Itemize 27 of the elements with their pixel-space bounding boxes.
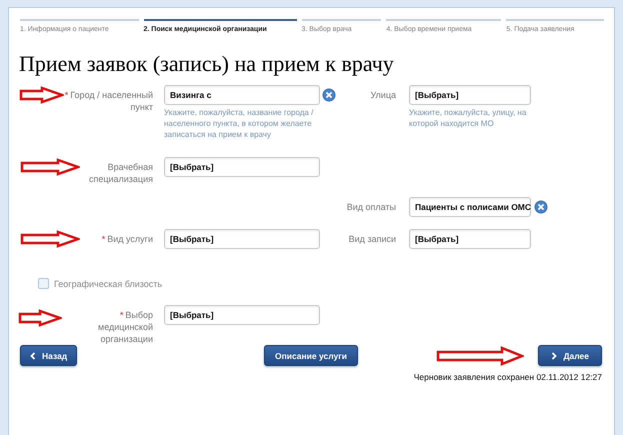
checkbox[interactable] [38,278,49,289]
input-field[interactable]: Визинга с [164,85,320,105]
clear-icon[interactable] [534,200,548,214]
chevron-right-icon [551,352,558,360]
field-label: Врачебная специализация [88,161,153,186]
input-field[interactable]: [Выбрать] [409,229,531,249]
input-field[interactable]: [Выбрать] [164,157,320,177]
field-label: Улица [369,89,396,102]
field-label: Вид записи [348,233,396,246]
field-label: Вид оплаты [346,201,396,214]
field-hint: Укажите, пожалуйста, название города / населенного пункта, в котором желаете записаться на прием к врачу [164,107,314,140]
next-button[interactable]: Далее [538,345,602,366]
input-field[interactable]: [Выбрать] [409,85,531,105]
field-label: * Вид услуги [100,233,153,246]
input-field[interactable]: [Выбрать] [164,305,320,325]
page-title: Прием заявок (запись) на прием к врачу [19,51,395,77]
service-description-button[interactable]: Описание услуги [264,345,358,366]
checkbox-label: Географическая близость [54,278,162,288]
field-label: * Выбор медицинской организации [97,309,153,345]
field-hint: Укажите, пожалуйста, улицу, на которой находится МО [409,107,528,129]
input-field[interactable]: Пациенты с полисами ОМС [409,197,531,217]
chevron-left-icon [30,352,36,360]
input-field[interactable]: [Выбрать] [164,229,320,249]
clear-icon[interactable] [322,88,336,102]
save-status: Черновик заявления сохранен 02.11.2012 12:27 [412,372,602,382]
field-label: * Город / населенный пункт [64,89,153,114]
back-button[interactable]: Назад [20,345,78,366]
